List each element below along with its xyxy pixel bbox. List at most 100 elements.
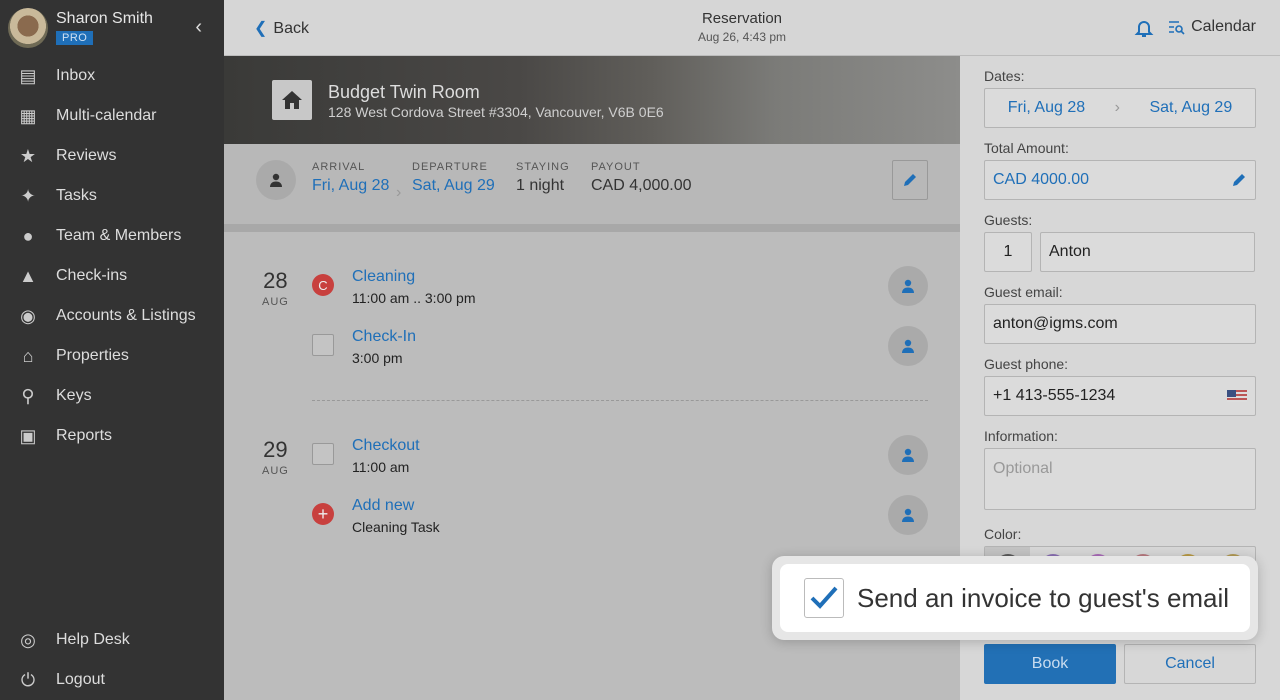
sidebar-item-inbox[interactable]: ▤ Inbox [0, 56, 224, 96]
sidebar-item-label: Tasks [56, 187, 97, 204]
dates-field[interactable]: Fri, Aug 28 › Sat, Aug 29 [984, 88, 1256, 128]
sidebar-item-label: Reviews [56, 147, 117, 164]
calendar-search-icon [1169, 21, 1185, 35]
sidebar-item-multi-calendar[interactable]: ▦ Multi-calendar [0, 96, 224, 136]
book-button[interactable]: Book [984, 644, 1116, 684]
edit-button[interactable] [892, 160, 928, 200]
sidebar-item-team-members[interactable]: ● Team & Members [0, 216, 224, 256]
sidebar-item-accounts-listings[interactable]: ◉ Accounts & Listings [0, 296, 224, 336]
task-time: 11:00 am .. 3:00 pm [352, 290, 476, 306]
guest-phone-field[interactable]: +1 413-555-1234 [984, 376, 1256, 416]
sidebar-item-label: Help Desk [56, 631, 130, 648]
assign-user-button[interactable] [888, 326, 928, 366]
task-type: Cleaning Task [352, 519, 440, 535]
sidebar-item-label: Accounts & Listings [56, 307, 196, 324]
sidebar-item-reviews[interactable]: ★ Reviews [0, 136, 224, 176]
us-flag-icon[interactable] [1227, 390, 1247, 402]
guests-label: Guests: [984, 212, 1033, 228]
guest-name-field[interactable]: Anton [1040, 232, 1255, 272]
add-new-link[interactable]: Add new [352, 497, 414, 515]
sidebar: Sharon Smith PRO ‹ ▤ Inbox ▦ Multi-calendar… [0, 0, 224, 700]
day-month: AUG [262, 465, 289, 477]
sidebar-item-label: Keys [56, 387, 92, 404]
invoice-callout: Send an invoice to guest's email [772, 556, 1258, 640]
dates-label: Dates: [984, 68, 1025, 84]
inbox-icon: ▤ [19, 65, 37, 86]
pencil-icon [1233, 174, 1245, 186]
property-address: 128 West Cordova Street #3304, Vancouver… [328, 104, 664, 120]
assign-user-button[interactable] [888, 435, 928, 475]
arrival-date[interactable]: Fri, Aug 28 [312, 177, 389, 195]
payout-value: CAD 4,000.00 [591, 177, 692, 194]
checkbox-checked-icon [804, 578, 844, 618]
task-title[interactable]: Cleaning [352, 268, 415, 286]
sidebar-item-tasks[interactable]: ✦ Tasks [0, 176, 224, 216]
cancel-button[interactable]: Cancel [1124, 644, 1256, 684]
reservation-summary: ARRIVAL Fri, Aug 28 › DEPARTURE Sat, Aug 2… [224, 144, 960, 232]
guest-avatar-icon [256, 160, 296, 200]
task-title[interactable]: Check-In [352, 328, 416, 346]
sidebar-item-reports[interactable]: ▣ Reports [0, 416, 224, 456]
day-month: AUG [262, 296, 289, 308]
departure-date[interactable]: Sat, Aug 29 [412, 177, 495, 195]
bell-icon[interactable] [1134, 18, 1154, 43]
home-icon [272, 80, 312, 120]
assign-user-button[interactable] [888, 266, 928, 306]
user-icon [902, 339, 914, 353]
sidebar-item-keys[interactable]: ⚲ Keys [0, 376, 224, 416]
sidebar-item-label: Reports [56, 427, 113, 444]
key-icon: ⚲ [21, 385, 35, 406]
assign-user-button[interactable] [888, 495, 928, 535]
task-time: 11:00 am [352, 459, 410, 475]
sidebar-item-help-desk[interactable]: ◎ Help Desk [0, 620, 224, 660]
task-title[interactable]: Checkout [352, 437, 420, 455]
color-label: Color: [984, 526, 1022, 542]
bell-desk-icon: ▲ [19, 265, 37, 286]
sidebar-item-label: Check-ins [56, 267, 128, 284]
page-title: Reservation [701, 10, 783, 27]
user-name: Sharon Smith [56, 10, 153, 27]
task-checkbox[interactable] [312, 443, 334, 465]
pencil-icon [904, 174, 916, 186]
information-label: Information: [984, 428, 1058, 444]
calendar-icon: ▦ [19, 105, 37, 126]
user-icon [902, 448, 914, 462]
task-time: 3:00 pm [352, 350, 403, 366]
guest-count-field[interactable]: 1 [984, 232, 1032, 272]
payout-label: PAYOUT [591, 161, 641, 173]
power-icon: ⏻ [20, 669, 36, 690]
chart-icon: ▣ [19, 425, 37, 446]
send-invoice-label: Send an invoice to guest's email [857, 582, 1230, 613]
property-header: Budget Twin Room 128 West Cordova Street… [224, 56, 960, 144]
date-to: Sat, Aug 29 [1149, 99, 1233, 116]
profile[interactable]: Sharon Smith PRO ‹ [0, 0, 224, 56]
send-invoice-checkbox[interactable]: Send an invoice to guest's email [780, 564, 1250, 632]
calendar-label: Calendar [1191, 18, 1256, 35]
cleaning-marker-icon: C [312, 274, 334, 296]
plus-icon[interactable]: + [312, 503, 334, 525]
team-icon: ● [22, 225, 34, 246]
information-field[interactable]: Optional [984, 448, 1256, 510]
calendar-button[interactable]: Calendar [1168, 18, 1256, 36]
broom-icon: ✦ [20, 185, 36, 206]
avatar [8, 8, 48, 48]
sidebar-item-label: Team & Members [56, 227, 182, 244]
top-bar: ❮ Back Reservation Aug 26, 4:43 pm Calenda… [224, 0, 1280, 56]
staying-label: STAYING [516, 161, 570, 173]
total-amount-field[interactable]: CAD 4000.00 [984, 160, 1256, 200]
sidebar-item-label: Inbox [56, 67, 96, 84]
sidebar-item-logout[interactable]: ⏻ Logout [0, 660, 224, 700]
departure-label: DEPARTURE [412, 161, 488, 173]
guest-email-field[interactable]: anton@igms.com [984, 304, 1256, 344]
staying-value: 1 night [516, 177, 565, 194]
sidebar-item-label: Multi-calendar [56, 107, 157, 124]
email-label: Guest email: [984, 284, 1063, 300]
collapse-sidebar-icon[interactable]: ‹ [195, 16, 202, 39]
sidebar-item-properties[interactable]: ⌂ Properties [0, 336, 224, 376]
sidebar-item-check-ins[interactable]: ▲ Check-ins [0, 256, 224, 296]
day-number: 29 [263, 437, 288, 462]
phone-value: +1 413-555-1234 [993, 387, 1116, 404]
sidebar-item-label: Logout [56, 671, 105, 688]
property-name: Budget Twin Room [328, 82, 480, 102]
task-checkbox[interactable] [312, 334, 334, 356]
